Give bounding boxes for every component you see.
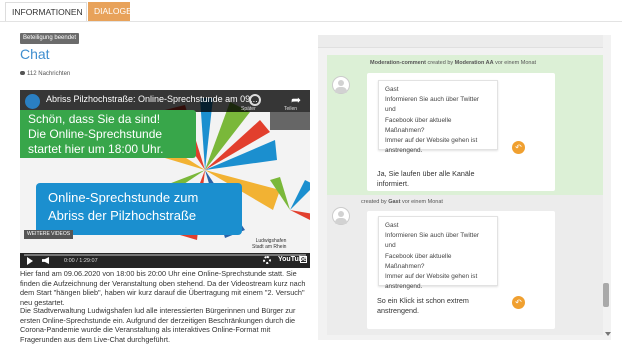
green-line-1: Schön, dass Sie da sind! <box>28 112 161 126</box>
city-logo: Ludwigshafen Stadt am Rhein <box>252 238 286 250</box>
speech-bubble-icon <box>20 71 25 76</box>
video-green-banner: Schön, dass Sie da sind! Die Online-Spre… <box>20 110 196 158</box>
quoted-line: Informieren Sie auch über Twitter und <box>385 232 480 250</box>
response-line: Ja, Sie laufen über alle Kanäle <box>377 169 475 178</box>
description-paragraph-1: Hier fand am 09.06.2020 von 18:00 bis 20… <box>20 269 306 307</box>
comment-type: Moderation-comment <box>370 60 426 66</box>
video-title[interactable]: Abriss Pilzhochstraße: Online-Sprechstun… <box>46 94 258 104</box>
quoted-line: anstrengend. <box>385 147 423 155</box>
comment-response: Ja, Sie laufen über alle Kanäle informie… <box>377 169 507 189</box>
settings-gear-icon[interactable] <box>263 256 271 264</box>
quoted-line: Facebook über aktuelle Maßnahmen? <box>385 252 452 270</box>
video-blue-banner: Online-Sprechstunde zum Abriss der Pilzh… <box>36 183 242 235</box>
scroll-down-icon[interactable] <box>605 332 611 336</box>
avatar <box>332 207 350 225</box>
chat-panel-header <box>318 35 610 48</box>
fullscreen-icon[interactable] <box>300 256 307 263</box>
video-progress-bar[interactable] <box>24 254 306 256</box>
reply-icon[interactable]: ↶ <box>512 296 525 309</box>
quoted-line: Facebook über aktuelle Maßnahmen? <box>385 116 452 134</box>
volume-icon[interactable] <box>42 257 49 264</box>
tab-dialoge[interactable]: DIALOGE <box>88 2 132 21</box>
response-line: informiert. <box>377 179 409 188</box>
quoted-line: anstrengend. <box>385 283 423 291</box>
comment-response: So ein Klick ist schon extrem anstrengen… <box>377 296 507 316</box>
comment-meta: created by Gast vor einem Monat <box>361 199 443 205</box>
comment-time: vor einem Monat <box>401 199 443 205</box>
blue-line-1: Online-Sprechstunde zum <box>48 190 199 205</box>
avatar <box>332 76 350 94</box>
chat-panel: Moderation-comment created by Moderation… <box>318 35 610 340</box>
quoted-line: Immer auf der Website gehen ist <box>385 137 478 145</box>
comment-meta: Moderation-comment created by Moderation… <box>370 60 536 66</box>
quoted-author: Gast <box>385 86 399 93</box>
quoted-line: Informieren Sie auch über Twitter und <box>385 96 480 114</box>
tab-bar: INFORMATIONEN DIALOGE <box>0 0 622 22</box>
comment-created-by: created by <box>361 199 387 205</box>
description-paragraph-2: Die Stadtverwaltung Ludwigshafen lud all… <box>20 306 296 344</box>
more-videos-button[interactable]: WEITERE VIDEOS <box>24 230 74 239</box>
video-time: 0:00 / 1:29:07 <box>64 258 98 264</box>
video-controls: 0:00 / 1:29:07 YouTube <box>20 253 310 268</box>
comment-author: Moderation AA <box>454 60 494 66</box>
guest-comment: created by Gast vor einem Monat Gast Inf… <box>327 195 603 335</box>
share-label: Teilen <box>284 106 298 112</box>
quoted-line: Immer auf der Website gehen ist <box>385 273 478 281</box>
quoted-author: Gast <box>385 222 399 229</box>
quoted-message: Gast Informieren Sie auch über Twitter u… <box>378 80 498 154</box>
response-line: anstrengend. <box>377 306 419 315</box>
video-title-bar: Abriss Pilzhochstraße: Online-Sprechstun… <box>20 90 310 112</box>
watch-later-label: Später <box>241 106 256 112</box>
video-player[interactable]: Abriss Pilzhochstraße: Online-Sprechstun… <box>20 90 310 268</box>
play-icon[interactable] <box>27 257 33 265</box>
city-logo-sub: Stadt am Rhein <box>252 244 287 250</box>
comment-author: Gast <box>388 199 401 205</box>
watch-later-icon[interactable] <box>249 94 261 106</box>
green-line-3: startet hier um 18:00 Uhr. <box>28 142 164 156</box>
message-count: 112 Nachrichten <box>20 71 70 77</box>
comment-time: vor einem Monat <box>495 60 537 66</box>
channel-logo-icon[interactable] <box>25 94 40 109</box>
message-count-label: 112 Nachrichten <box>27 71 71 77</box>
blue-line-2: Abriss der Pilzhochstraße <box>48 208 197 223</box>
video-side-panel <box>270 112 310 130</box>
response-line: So ein Klick ist schon extrem <box>377 296 469 305</box>
page-title: Chat <box>20 46 50 62</box>
chat-scrollbar-thumb[interactable] <box>603 283 609 307</box>
tab-informationen[interactable]: INFORMATIONEN <box>5 2 87 21</box>
status-badge: Beteiligung beendet <box>20 33 80 44</box>
green-line-2: Die Online-Sprechstunde <box>28 127 163 141</box>
quoted-message: Gast Informieren Sie auch über Twitter u… <box>378 216 498 290</box>
comment-created-by: created by <box>427 60 454 66</box>
moderation-comment: Moderation-comment created by Moderation… <box>327 55 603 198</box>
reply-icon[interactable]: ↶ <box>512 141 525 154</box>
